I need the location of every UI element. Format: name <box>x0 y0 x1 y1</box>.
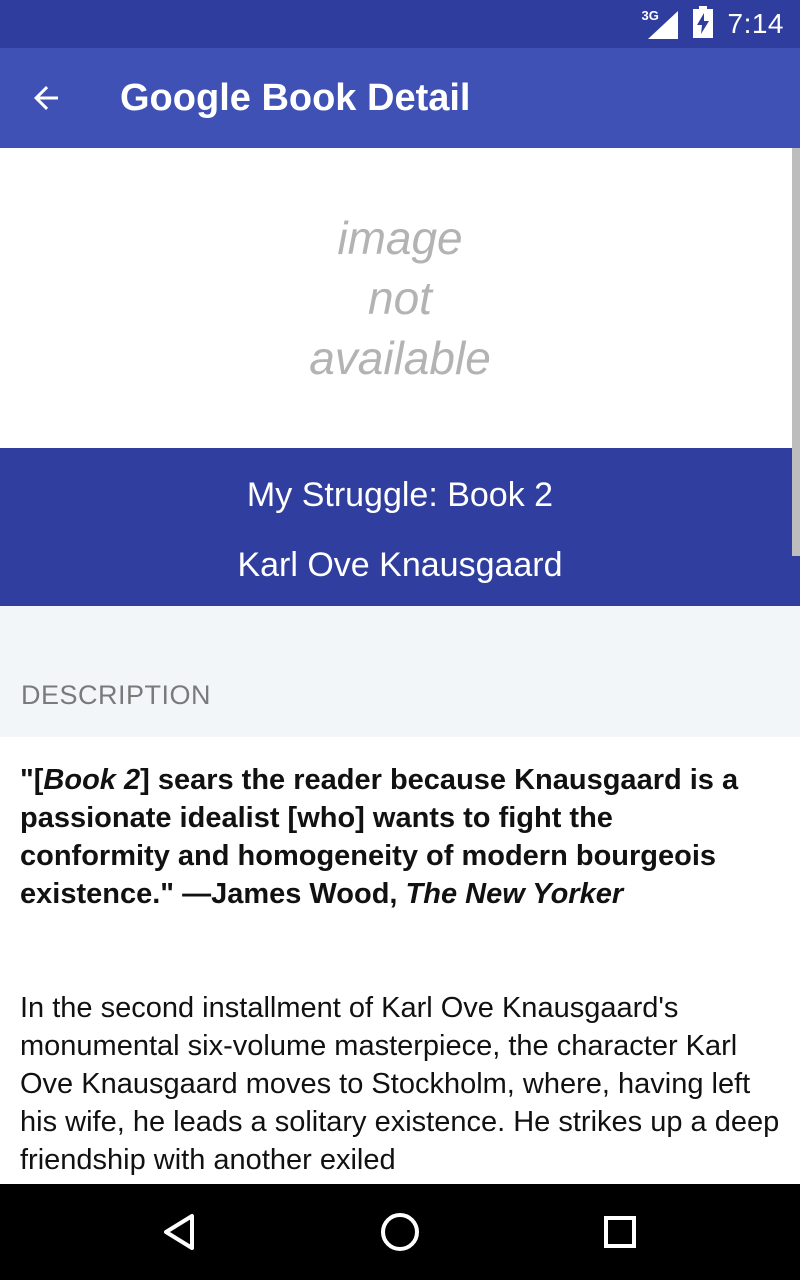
nav-home-button[interactable] <box>370 1202 430 1262</box>
nav-recents-button[interactable] <box>590 1202 650 1262</box>
book-author: Karl Ove Knausgaard <box>237 546 563 584</box>
quote-source-italic: The New Yorker <box>405 878 624 910</box>
placeholder-line: available <box>309 332 491 384</box>
placeholder-line: not <box>368 272 432 324</box>
battery-charging-icon <box>692 5 714 43</box>
arrow-back-icon <box>34 86 58 110</box>
home-circle-icon <box>381 1213 419 1251</box>
back-button[interactable] <box>22 74 70 122</box>
description-section-header <box>0 606 800 737</box>
quote-part-italic: Book 2 <box>43 764 141 796</box>
image-not-available-text: image not available <box>309 208 491 388</box>
status-time: 7:14 <box>727 8 784 39</box>
back-triangle-icon <box>164 1214 194 1250</box>
recents-square-icon <box>604 1216 636 1248</box>
status-icons: 3G 7:14 <box>642 0 785 48</box>
description-label: DESCRIPTION <box>21 680 212 710</box>
quote-part: "[ <box>20 764 44 796</box>
description-paragraph: In the second installment of Karl Ove Kn… <box>20 992 780 1176</box>
book-cover-placeholder: image not available <box>0 148 800 448</box>
book-title: My Struggle: Book 2 <box>246 476 554 514</box>
nav-back-button[interactable] <box>150 1202 210 1262</box>
signal-icon: 3G <box>642 9 678 39</box>
scrollbar[interactable] <box>792 148 800 556</box>
app-bar: Google Book Detail <box>0 48 800 148</box>
placeholder-line: image <box>337 212 463 264</box>
description-quote: "[Book 2] sears the reader because Knaus… <box>20 761 760 913</box>
status-bar: 3G 7:14 <box>0 0 800 48</box>
navigation-bar <box>0 1184 800 1280</box>
page-title: Google Book Detail <box>120 77 471 119</box>
description-body: "[Book 2] sears the reader because Knaus… <box>0 737 800 1184</box>
